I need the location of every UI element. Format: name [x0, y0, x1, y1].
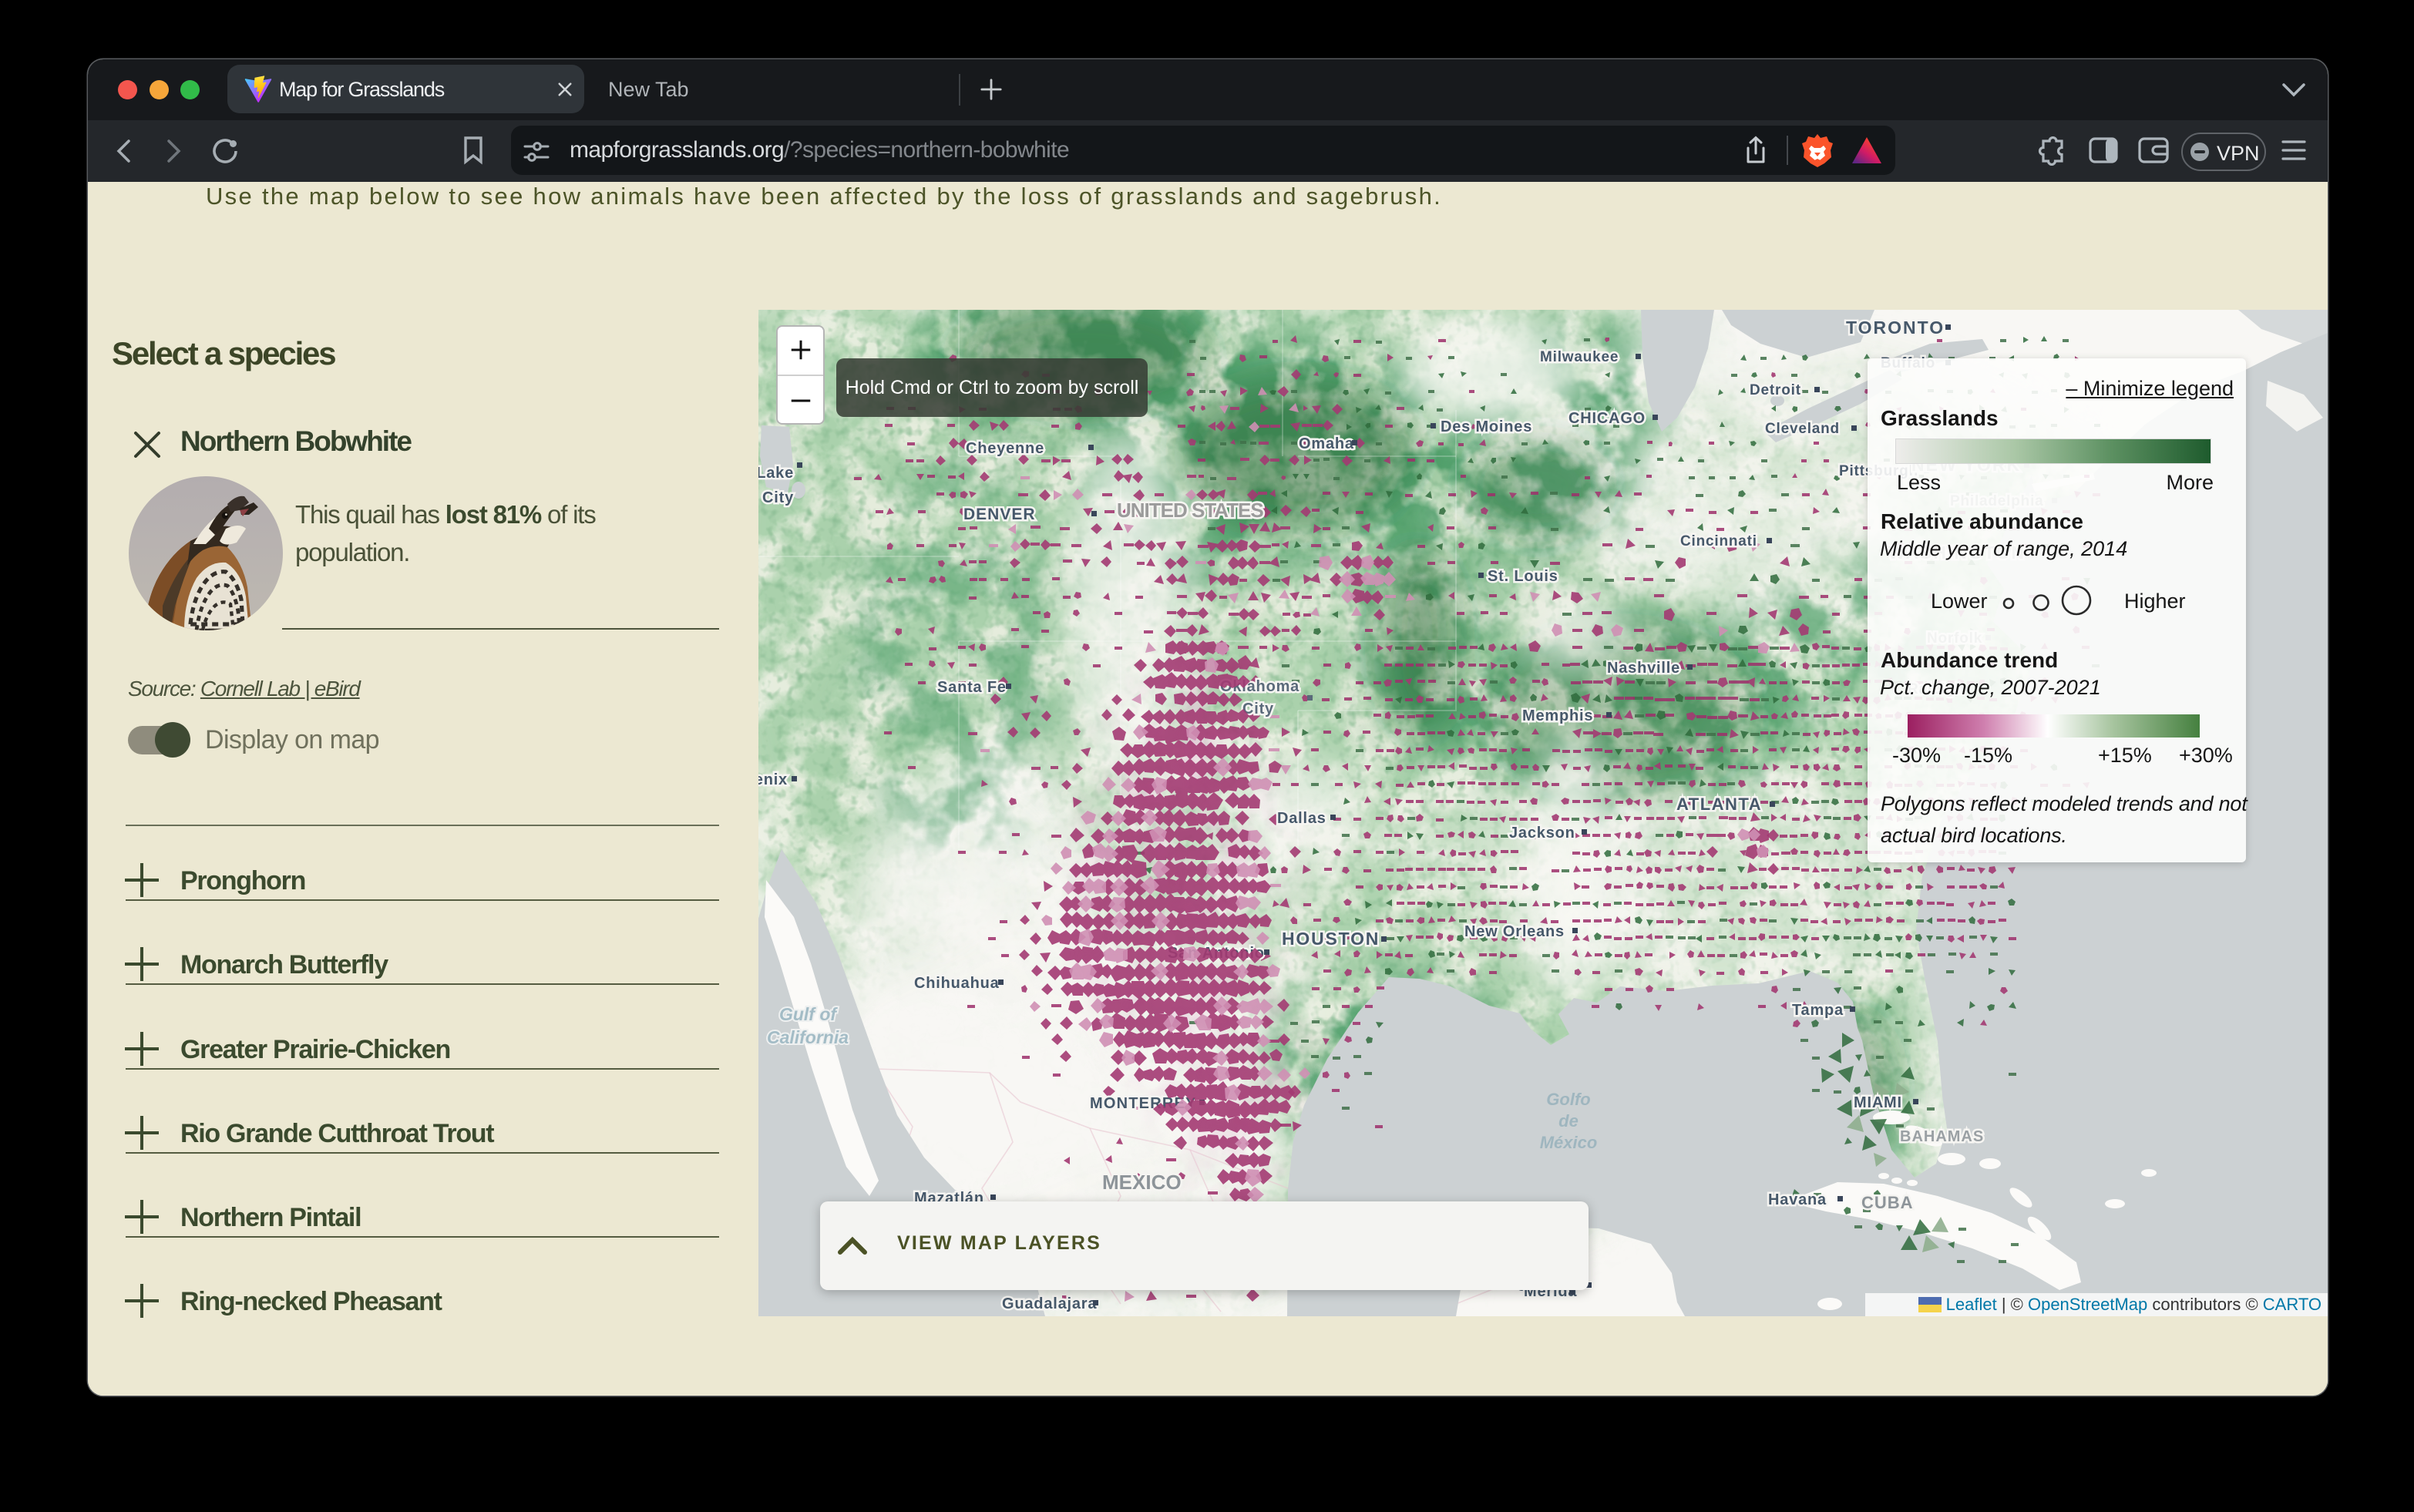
svg-text:Omaha: Omaha	[1299, 435, 1354, 452]
svg-text:Nashville: Nashville	[1607, 660, 1680, 677]
svg-text:Dallas: Dallas	[1277, 810, 1326, 827]
svg-text:Lake: Lake	[758, 465, 794, 482]
svg-text:Memphis: Memphis	[1522, 707, 1593, 724]
svg-text:Milwaukee: Milwaukee	[1540, 349, 1619, 365]
svg-text:MEXICO: MEXICO	[1102, 1171, 1182, 1194]
svg-text:ATLANTA: ATLANTA	[1676, 795, 1762, 814]
svg-text:California: California	[767, 1027, 849, 1047]
svg-text:México: México	[1540, 1133, 1598, 1152]
svg-text:CUBA: CUBA	[1861, 1193, 1914, 1212]
svg-text:New Orleans: New Orleans	[1464, 923, 1565, 940]
svg-text:HOUSTON: HOUSTON	[1282, 929, 1380, 949]
svg-text:Santa Fe: Santa Fe	[937, 679, 1007, 696]
svg-text:de: de	[1558, 1111, 1579, 1131]
svg-text:Detroit: Detroit	[1750, 382, 1801, 398]
svg-text:Jackson: Jackson	[1509, 825, 1575, 842]
svg-text:Guadalajara: Guadalajara	[1002, 1295, 1097, 1312]
svg-text:St. Louis: St. Louis	[1488, 568, 1558, 585]
svg-text:Gulf of: Gulf of	[779, 1004, 838, 1024]
svg-text:DENVER: DENVER	[963, 506, 1036, 523]
svg-text:Chihuahua: Chihuahua	[914, 975, 1000, 992]
svg-text:MIAMI: MIAMI	[1854, 1094, 1902, 1111]
svg-text:UNITED STATES: UNITED STATES	[1117, 499, 1263, 522]
svg-text:TORONTO: TORONTO	[1846, 318, 1945, 338]
svg-text:Cheyenne: Cheyenne	[966, 440, 1044, 457]
svg-text:CHICAGO: CHICAGO	[1568, 410, 1646, 427]
svg-text:enix: enix	[758, 771, 788, 788]
svg-text:Golfo: Golfo	[1546, 1090, 1590, 1109]
svg-text:Des Moines: Des Moines	[1441, 418, 1532, 435]
svg-text:Tampa: Tampa	[1792, 1002, 1844, 1019]
svg-text:Cincinnati: Cincinnati	[1680, 533, 1757, 549]
svg-text:Cleveland: Cleveland	[1765, 421, 1840, 437]
svg-text:BAHAMAS: BAHAMAS	[1900, 1128, 1984, 1145]
svg-text:Havana: Havana	[1768, 1191, 1827, 1208]
svg-text:City: City	[762, 489, 794, 506]
